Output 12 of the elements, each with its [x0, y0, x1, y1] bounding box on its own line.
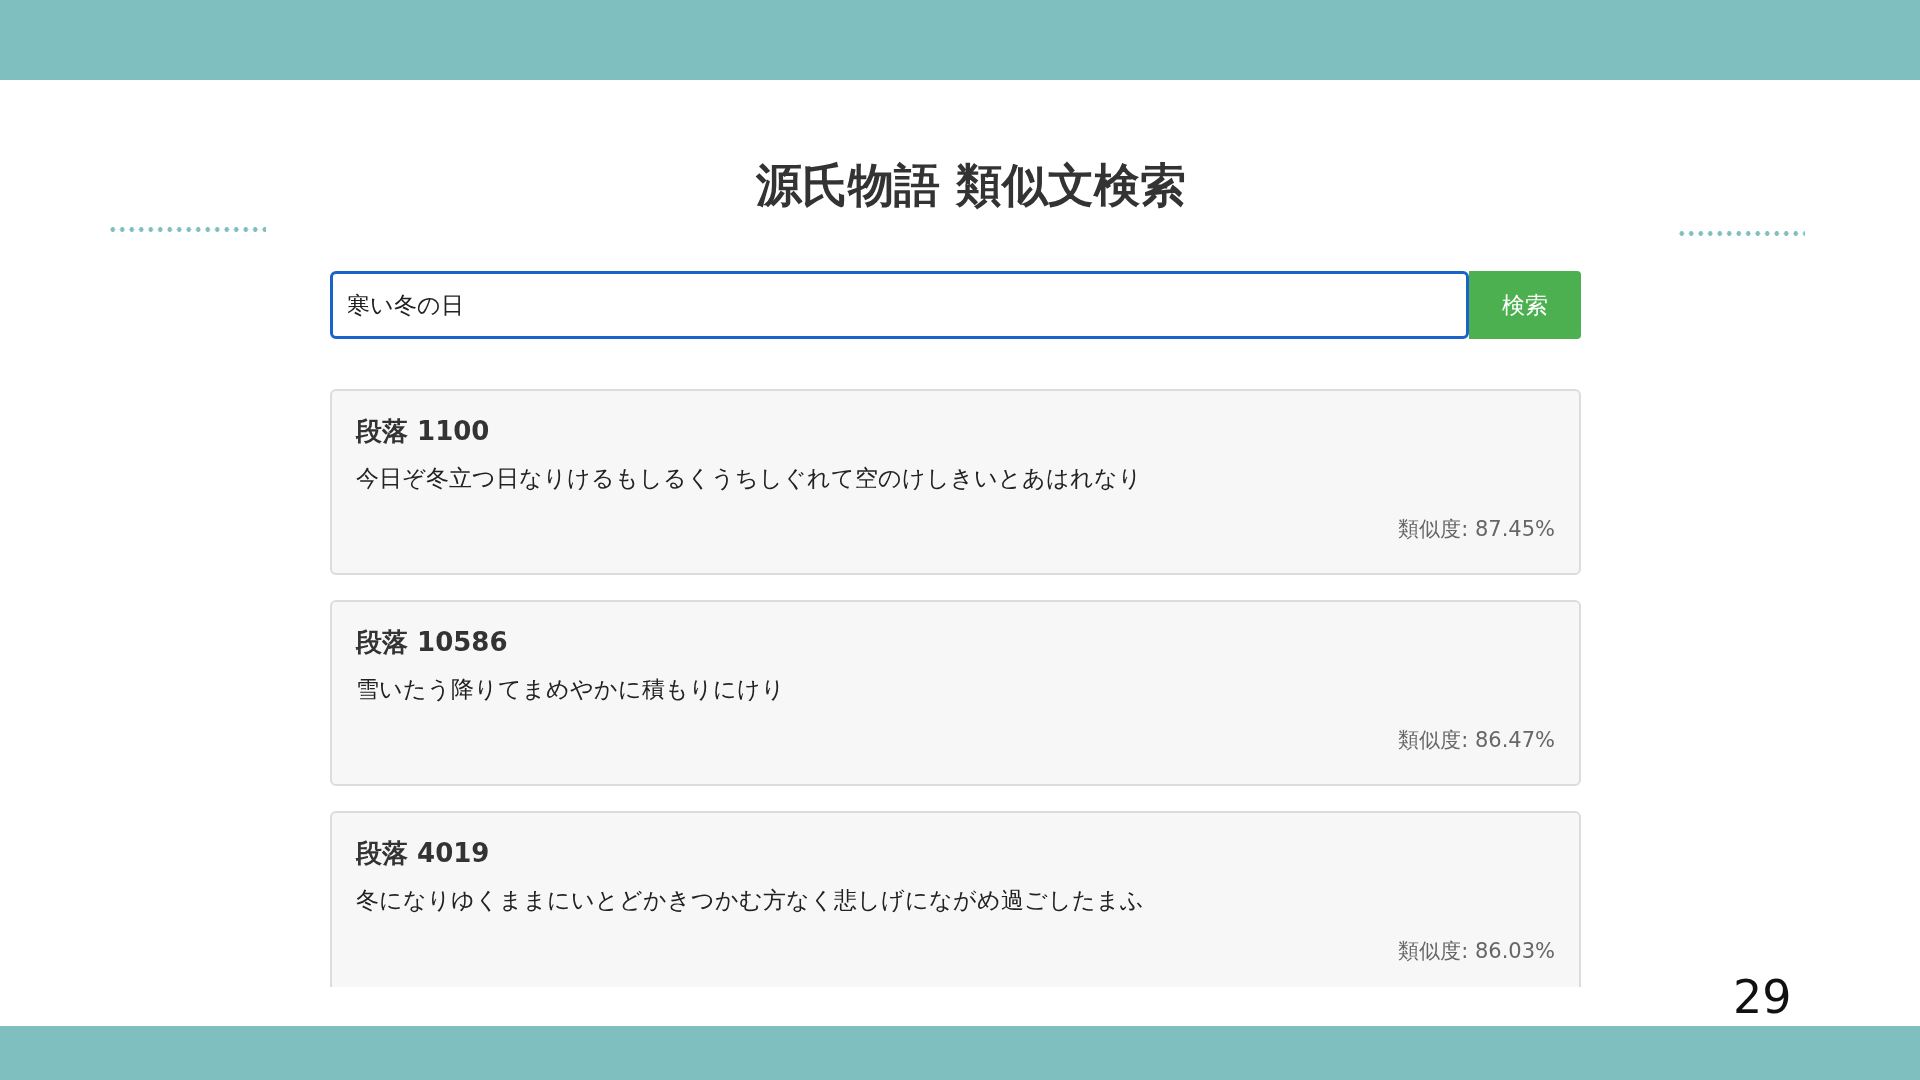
paragraph-text: 冬になりゆくままにいとどかきつかむ方なく悲しげにながめ過ごしたまふ [356, 886, 1144, 915]
paragraph-text: 今日ぞ冬立つ日なりけるもしるくうちしぐれて空のけしきいとあはれなり [356, 464, 1142, 493]
paragraph-heading: 段落 1100 [356, 415, 490, 448]
page-number: 29 [1733, 970, 1792, 1024]
page-title: 源氏物語 類似文検索 [755, 157, 1188, 214]
search-field[interactable]: 寒い冬の日 [330, 271, 1469, 339]
paragraph-text: 雪いたう降りてまめやかに積もりにけり [356, 675, 785, 704]
similarity-score: 類似度: 86.03% [1398, 938, 1555, 965]
paragraph-heading: 段落 4019 [356, 837, 490, 870]
paragraph-heading: 段落 10586 [356, 626, 508, 659]
similarity-score: 類似度: 86.47% [1398, 727, 1555, 754]
similarity-score: 類似度: 87.45% [1398, 516, 1555, 543]
